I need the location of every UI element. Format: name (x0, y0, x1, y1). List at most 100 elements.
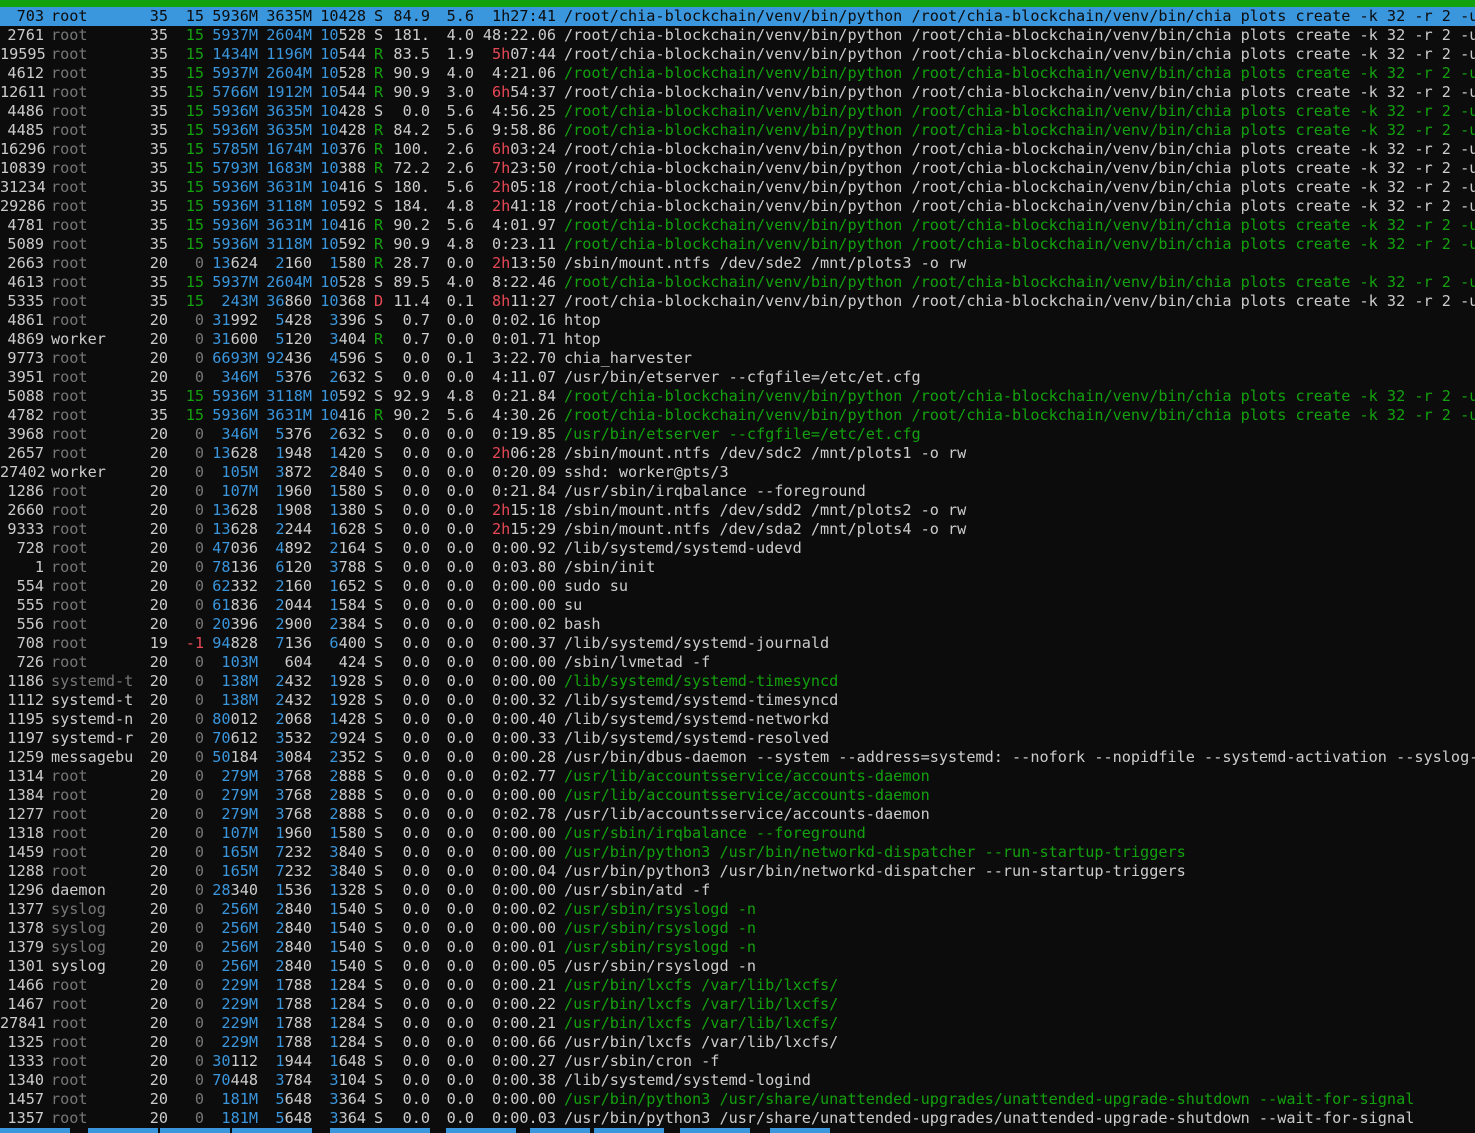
process-row[interactable]: 556 root 20 0 20396 2900 2384 S 0.0 0.0 0:00.02 bas… (0, 615, 1475, 634)
process-row[interactable]: 1377 syslog 20 0 256M 2840 1540 S 0.0 0.0 0:00.02 /… (0, 900, 1475, 919)
process-virt-cell: 5936M (212, 235, 258, 253)
process-row[interactable]: 27841 root 20 0 229M 1788 1284 S 0.0 0.0 0:00.21/u… (0, 1014, 1475, 1033)
process-row[interactable]: 1467 root 20 0 229M 1788 1284 S 0.0 0.0 0:00.22/us… (0, 995, 1475, 1014)
f5-tree-key[interactable] (330, 1128, 430, 1133)
process-row[interactable]: 4782 root 35 15 5936M 3631M 10416 R 90.2 5.6 4:30.… (0, 406, 1475, 425)
process-row[interactable]: 5088 root 35 15 5936M 3118M 10592 S 92.9 4.8 0:21.… (0, 387, 1475, 406)
process-pid-cell: 9773 (7, 349, 44, 367)
process-row[interactable]: 4781 root 35 15 5936M 3631M 10416 R 90.2 5.6 4:01.… (0, 216, 1475, 235)
process-row[interactable]: 1459 root 20 0 165M 7232 3840 S 0.0 0.0 0:00.00/us… (0, 843, 1475, 862)
process-row[interactable]: 2663 root 20 0 13624 2160 1580 R 28.7 0.0 2h13:50 /… (0, 254, 1475, 273)
process-user-cell: root (51, 634, 88, 652)
process-row[interactable]: 1277 root 20 0 279M 3768 2888 S 0.0 0.0 0:02.78/us… (0, 805, 1475, 824)
f6-sortby-key[interactable] (446, 1128, 516, 1133)
process-virt-cell: 5766M (212, 83, 258, 101)
f7-nice-minus-key[interactable] (530, 1128, 590, 1133)
process-virt-cell: 78136 (212, 558, 258, 576)
process-row[interactable]: 1384 root 20 0 279M 3768 2888 S 0.0 0.0 0:00.00/us… (0, 786, 1475, 805)
process-row[interactable]: 1333 root 20 0 30112 1944 1648 S 0.0 0.0 0:00.27/u… (0, 1052, 1475, 1071)
process-row[interactable]: 1288 root 20 0 165M 7232 3840 S 0.0 0.0 0:00.04/us… (0, 862, 1475, 881)
process-row[interactable]: 1340 root 20 0 70448 3784 3104 S 0.0 0.0 0:00.38/l… (0, 1071, 1475, 1090)
process-time-cell: 7h23:50 (491, 159, 556, 177)
process-time-cell: 2h13:50 (491, 254, 556, 272)
process-user-cell: root (51, 482, 88, 500)
process-row[interactable]: 554 root 20 0 62332 2160 1652 S 0.0 0.0 0:00.00 sud… (0, 577, 1475, 596)
process-row[interactable]: 703 root 35 15 5936M 3635M 10428 S 84.9 5.6 1h27:4… (0, 7, 1475, 26)
process-row[interactable]: 1286 root 20 0 107M 1960 1580 S 0.0 0.0 0:21.84/us… (0, 482, 1475, 501)
process-row[interactable]: 5335 root 35 15 243M 36860 10368 D 11.4 0.1 8h11:2… (0, 292, 1475, 311)
function-key-bar[interactable] (0, 1128, 1475, 1133)
f10-quit-key[interactable] (770, 1128, 830, 1133)
process-row[interactable]: 726 root 20 0 103M 604 424 S 0.0 0.0 0:00.00/sbin/… (0, 653, 1475, 672)
process-row[interactable]: 1197 systemd-r 20 0 70612 3532 2924 S 0.0 0.0 0:00… (0, 729, 1475, 748)
process-user-cell: daemon (51, 881, 106, 899)
process-row[interactable]: 10839 root 35 15 5793M 1683M 10388 R 72.2 2.6 7h23… (0, 159, 1475, 178)
process-row[interactable]: 1457 root 20 0 181M 5648 3364 S 0.0 0.0 0:00.00/us… (0, 1090, 1475, 1109)
process-row[interactable]: 1379 syslog 20 0 256M 2840 1540 S 0.0 0.0 0:00.01 /… (0, 938, 1475, 957)
process-cpu-cell: 0.0 (402, 805, 430, 823)
f8-nice-plus-key[interactable] (594, 1128, 664, 1133)
process-row[interactable]: 4486 root 35 15 5936M 3635M 10428 S 0.0 5.6 4:56.2… (0, 102, 1475, 121)
process-cmd-cell: /root/chia-blockchain/venv/bin/python /r… (564, 216, 1475, 234)
process-row[interactable]: 708 root 19 -1 94828 7136 6400 S 0.0 0.0 0:00.37/l… (0, 634, 1475, 653)
process-row[interactable]: 4861 root 20 0 31992 5428 3396 S 0.7 0.0 0:02.16 ht… (0, 311, 1475, 330)
process-pri-cell: 20 (149, 368, 168, 386)
process-row[interactable]: 4612 root 35 15 5937M 2604M 10528 R 90.9 4.0 4:21.… (0, 64, 1475, 83)
process-row[interactable]: 1259 messagebu 20 0 50184 3084 2352 S 0.0 0.0 0:00… (0, 748, 1475, 767)
process-row[interactable]: 728 root 20 0 47036 4892 2164 S 0.0 0.0 0:00.92/li… (0, 539, 1475, 558)
process-row[interactable]: 2657 root 20 0 13628 1948 1420 S 0.0 0.0 2h06:28/s… (0, 444, 1475, 463)
process-row[interactable]: 27402 worker 20 0 105M 3872 2840 S 0.0 0.0 0:20.09… (0, 463, 1475, 482)
process-row[interactable]: 5089 root 35 15 5936M 3118M 10592 R 90.9 4.8 0:23.… (0, 235, 1475, 254)
process-pid-cell: 19595 (0, 45, 46, 63)
column-header-bar[interactable] (0, 0, 1475, 7)
process-ni-cell: 0 (194, 710, 204, 728)
process-pid-cell: 1277 (7, 805, 44, 823)
process-mem-cell: 0.0 (446, 1109, 474, 1127)
process-user-cell: root (51, 805, 88, 823)
process-row[interactable]: 12611 root 35 15 5766M 1912M 10544 R 90.9 3.0 6h54… (0, 83, 1475, 102)
process-row[interactable]: 16296 root 35 15 5785M 1674M 10376 R 100. 2.6 6h03… (0, 140, 1475, 159)
process-row[interactable]: 1 root 20 0 78136 6120 3788 S 0.0 0.0 0:03.80/sbin… (0, 558, 1475, 577)
process-row[interactable]: 1318 root 20 0 107M 1960 1580 S 0.0 0.0 0:00.00/us… (0, 824, 1475, 843)
process-row[interactable]: 4869 worker 20 0 31600 5120 3404 R 0.7 0.0 0:01.71… (0, 330, 1475, 349)
f9-kill-key[interactable] (680, 1128, 750, 1133)
process-state-cell: S (374, 710, 384, 728)
process-row[interactable]: 1325 root 20 0 229M 1788 1284 S 0.0 0.0 0:00.66/us… (0, 1033, 1475, 1052)
process-row[interactable]: 9333 root 20 0 13628 2244 1628 S 0.0 0.0 2h15:29/s… (0, 520, 1475, 539)
process-pid-cell: 1379 (7, 938, 44, 956)
process-row[interactable]: 2761 root 35 15 5937M 2604M 10528 S 181. 4.0 48:22… (0, 26, 1475, 45)
process-row[interactable]: 1112 systemd-t 20 0 138M 2432 1928 S 0.0 0.0 0:00.… (0, 691, 1475, 710)
process-row[interactable]: 3951 root 20 0 346M 5376 2632 S 0.0 0.0 4:11.07/us… (0, 368, 1475, 387)
process-pid-cell: 29286 (0, 197, 46, 215)
process-row[interactable]: 19595 root 35 15 1434M 1196M 10544 R 83.5 1.9 5h07… (0, 45, 1475, 64)
process-shr-cell: 3788 (329, 558, 366, 576)
process-row[interactable]: 1466 root 20 0 229M 1788 1284 S 0.0 0.0 0:00.21/us… (0, 976, 1475, 995)
process-row[interactable]: 3968 root 20 0 346M 5376 2632 S 0.0 0.0 0:19.85/us… (0, 425, 1475, 444)
f4-filter-key[interactable] (232, 1128, 312, 1133)
process-row[interactable]: 1357 root 20 0 181M 5648 3364 S 0.0 0.0 0:00.03/us… (0, 1109, 1475, 1128)
f3-search-key[interactable] (160, 1128, 230, 1133)
process-row[interactable]: 2660 root 20 0 13628 1908 1380 S 0.0 0.0 2h15:18/s… (0, 501, 1475, 520)
process-shr-cell: 1652 (329, 577, 366, 595)
process-row[interactable]: 1296 daemon 20 0 28340 1536 1328 S 0.0 0.0 0:00.00… (0, 881, 1475, 900)
process-mem-cell: 4.8 (446, 235, 474, 253)
process-row[interactable]: 1314 root 20 0 279M 3768 2888 S 0.0 0.0 0:02.77/us… (0, 767, 1475, 786)
process-row[interactable]: 1195 systemd-n 20 0 80012 2068 1428 S 0.0 0.0 0:00… (0, 710, 1475, 729)
process-row[interactable]: 4613 root 35 15 5937M 2604M 10528 S 89.5 4.0 8:22.… (0, 273, 1475, 292)
process-shr-cell: 1420 (329, 444, 366, 462)
process-row[interactable]: 1378 syslog 20 0 256M 2840 1540 S 0.0 0.0 0:00.00 /… (0, 919, 1475, 938)
process-row[interactable]: 1186 systemd-t 20 0 138M 2432 1928 S 0.0 0.0 0:00.… (0, 672, 1475, 691)
process-row[interactable]: 9773 root 20 0 6693M 92436 4596 S 0.0 0.1 3:22.70 c… (0, 349, 1475, 368)
process-row[interactable]: 555 root 20 0 61836 2044 1584 S 0.0 0.0 0:00.00 su (0, 596, 1475, 615)
f2-setup-key[interactable] (88, 1128, 158, 1133)
process-pid-cell: 1466 (7, 976, 44, 994)
process-row[interactable]: 1301 syslog 20 0 256M 2840 1540 S 0.0 0.0 0:00.05 /… (0, 957, 1475, 976)
process-list[interactable]: 703 root 35 15 5936M 3635M 10428 S 84.9 5.6 1h27:4… (0, 7, 1475, 1128)
process-mem-cell: 2.6 (446, 159, 474, 177)
process-row[interactable]: 4485 root 35 15 5936M 3635M 10428 R 84.2 5.6 9:58.… (0, 121, 1475, 140)
process-mem-cell: 0.0 (446, 1071, 474, 1089)
process-row[interactable]: 31234 root 35 15 5936M 3631M 10416 S 180. 5.6 2h05… (0, 178, 1475, 197)
process-pri-cell: 20 (149, 1090, 168, 1108)
process-row[interactable]: 29286 root 35 15 5936M 3118M 10592 S 184. 4.8 2h41… (0, 197, 1475, 216)
f1-help-key[interactable] (0, 1128, 70, 1133)
